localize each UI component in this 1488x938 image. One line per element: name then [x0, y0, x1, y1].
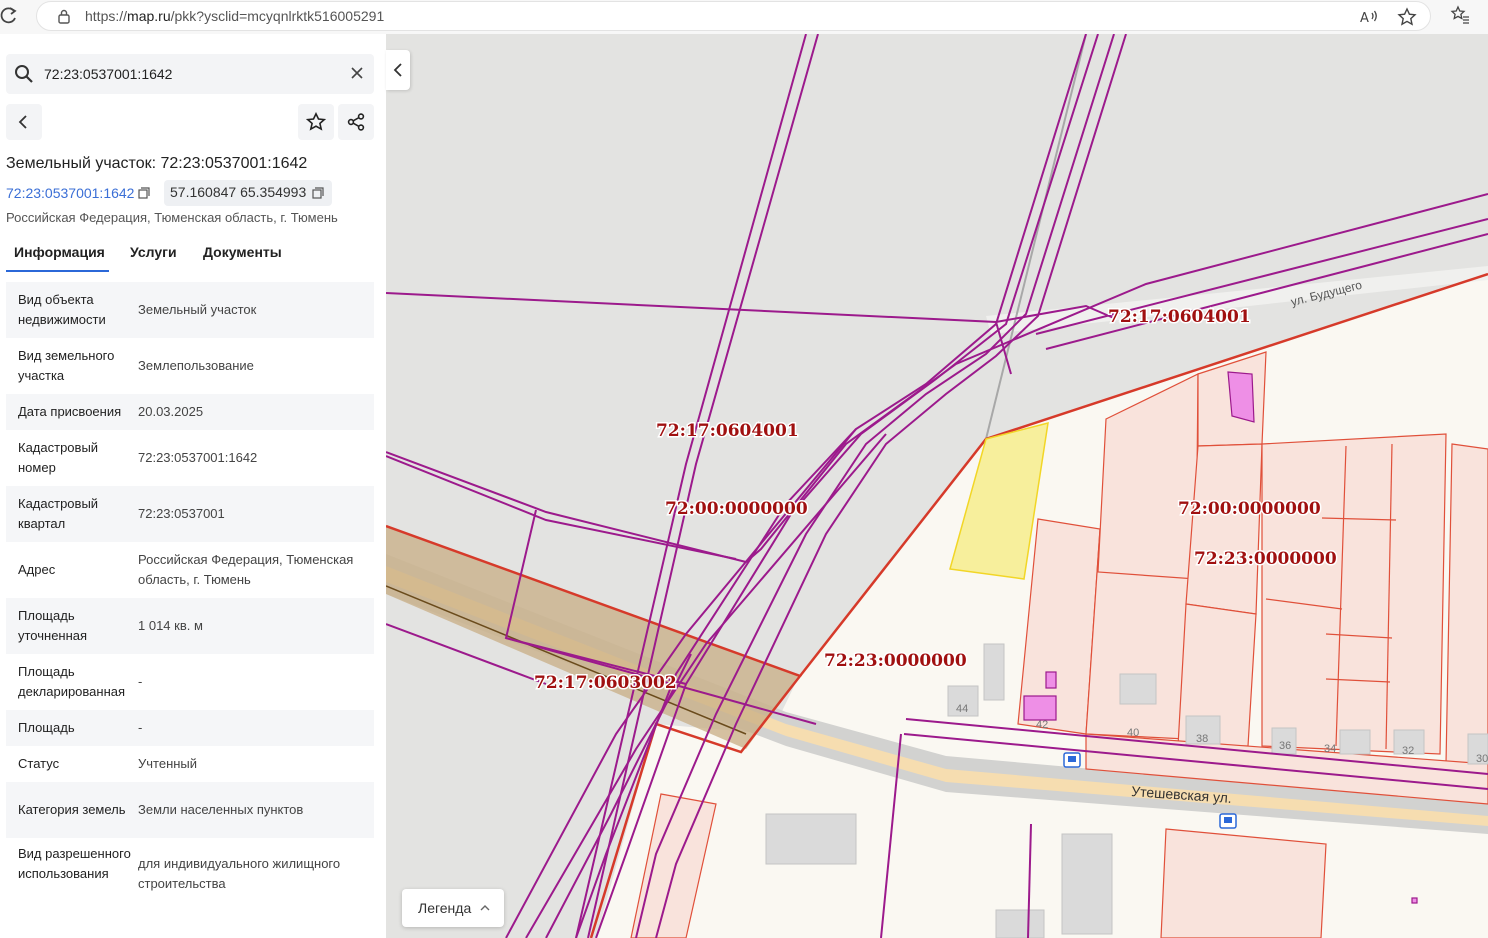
coordinates-text: 57.160847 65.354993 [170, 184, 307, 200]
coordinates-chip[interactable]: 57.160847 65.354993 [164, 180, 332, 206]
row-label: Площадь [18, 720, 75, 735]
row-label: Площадь декларированная [18, 664, 126, 699]
row-value: 1 014 кв. м [138, 618, 203, 633]
copy-icon[interactable] [138, 187, 150, 199]
row-value: 72:23:0537001 [138, 506, 225, 521]
row-value: Российская Федерация, Тюменская область,… [138, 552, 354, 587]
object-address: Российская Федерация, Тюменская область,… [6, 210, 338, 225]
chevron-left-icon [393, 63, 402, 77]
row-value: - [138, 720, 143, 735]
row-value: Землепользование [138, 358, 254, 373]
back-button[interactable] [6, 104, 42, 140]
house-number: 36 [1279, 740, 1291, 752]
info-row-area: Площадь - [6, 710, 374, 746]
bus-stop-icon[interactable] [1063, 752, 1081, 768]
row-label: Вид земельного участка [18, 348, 115, 383]
house-number: 40 [1127, 727, 1139, 739]
address-bar[interactable]: https://map.ru/pkk?ysclid=mcyqnlrktk5160… [36, 1, 1431, 31]
row-label: Вид объекта недвижимости [18, 292, 106, 327]
row-value: Земли населенных пунктов [138, 802, 304, 817]
chevron-up-icon [480, 905, 490, 911]
row-label: Категория земель [18, 802, 126, 817]
cadastral-label: 72:00:0000000 [1178, 499, 1321, 519]
active-tab-indicator [6, 270, 109, 272]
share-icon [347, 113, 365, 131]
search-input[interactable] [44, 54, 344, 94]
info-row-object-type: Вид объекта недвижимости Земельный участ… [6, 282, 374, 338]
close-icon[interactable] [350, 66, 364, 80]
info-panel: Земельный участок: 72:23:0537001:1642 72… [0, 34, 386, 938]
info-row-cad-quarter: Кадастровый квартал 72:23:0537001 [6, 486, 374, 542]
info-table: Вид объекта недвижимости Земельный участ… [6, 282, 374, 904]
info-row-date: Дата присвоения 20.03.2025 [6, 394, 374, 430]
copy-coordinates-icon[interactable] [312, 187, 324, 199]
favorite-button[interactable] [298, 104, 334, 140]
tabs: Информация Услуги Документы [6, 238, 380, 272]
railway [985, 34, 1087, 440]
info-row-land-type: Вид земельного участка Землепользование [6, 338, 374, 394]
reload-icon[interactable] [0, 6, 18, 26]
info-row-category: Категория земель Земли населенных пункто… [6, 782, 374, 838]
cadastral-label: 72:23:0000000 [824, 651, 967, 671]
star-icon [306, 112, 326, 131]
url-path: /pkk?ysclid=mcyqnlrktk516005291 [170, 8, 385, 24]
search-icon[interactable] [14, 64, 34, 84]
cadastral-label: 72:23:0000000 [1194, 549, 1337, 569]
row-label: Статус [18, 756, 60, 771]
house-number: 42 [1036, 719, 1048, 731]
collapse-panel-button[interactable] [386, 50, 410, 90]
cadastral-label: 72:00:0000000 [665, 499, 808, 519]
info-row-cad-number: Кадастровый номер 72:23:0537001:1642 [6, 430, 374, 486]
house-number: 44 [956, 703, 968, 715]
row-label: Дата присвоения [18, 404, 122, 419]
info-row-permitted-use: Вид разрешенного использования для индив… [6, 838, 374, 904]
cadastral-number-link[interactable]: 72:23:0537001:1642 [6, 185, 134, 201]
legend-label: Легенда [418, 900, 472, 916]
row-label: Адрес [18, 562, 56, 577]
object-title: Земельный участок: 72:23:0537001:1642 [6, 155, 308, 172]
tab-info[interactable]: Информация [14, 244, 105, 260]
row-value: 72:23:0537001:1642 [138, 450, 258, 465]
info-row-area-declared: Площадь декларированная - [6, 654, 374, 710]
browser-toolbar: https://map.ru/pkk?ysclid=mcyqnlrktk5160… [0, 0, 1488, 34]
legend-button[interactable]: Легенда [402, 889, 504, 927]
info-row-status: Статус Учтенный [6, 746, 374, 782]
row-label: Кадастровый номер [18, 440, 99, 475]
search-box [6, 54, 374, 94]
row-value: Учтенный [138, 756, 198, 771]
chevron-left-icon [18, 115, 27, 129]
house-number: 34 [1324, 743, 1336, 755]
favorites-list-icon[interactable] [1450, 5, 1470, 25]
info-row-address: Адрес Российская Федерация, Тюменская об… [6, 542, 374, 598]
bus-stop-icon[interactable] [1219, 813, 1237, 829]
map-canvas[interactable]: ул. Будущего Утешевская ул. 44 42 40 38 … [386, 34, 1488, 938]
row-label: Кадастровый квартал [18, 496, 99, 531]
url-prefix: https:// [85, 8, 128, 24]
read-aloud-icon[interactable]: A [1359, 7, 1379, 27]
cadastral-label: 72:17:0604001 [656, 421, 799, 441]
favorite-star-icon[interactable] [1397, 7, 1417, 27]
cadastral-label: 72:17:0604001 [1108, 307, 1251, 327]
row-value: Земельный участок [138, 302, 257, 317]
tab-services[interactable]: Услуги [130, 244, 177, 260]
house-number: 30 [1476, 753, 1488, 765]
info-row-area-specified: Площадь уточненная 1 014 кв. м [6, 598, 374, 654]
row-label: Площадь уточненная [18, 608, 88, 643]
row-value: для индивидуального жилищного строительс… [138, 856, 341, 891]
row-value: - [138, 674, 143, 689]
row-label: Вид разрешенного использования [18, 846, 131, 881]
url-host: map.ru [127, 8, 171, 24]
svg-text:A: A [1360, 11, 1369, 26]
house-number: 38 [1196, 733, 1208, 745]
row-value: 20.03.2025 [138, 404, 204, 419]
house-number: 32 [1402, 745, 1414, 757]
map-layer[interactable]: ул. Будущего Утешевская ул. 44 42 40 38 … [386, 34, 1488, 938]
cadastral-label: 72:17:0603002 [534, 673, 677, 693]
lock-icon[interactable] [57, 8, 71, 24]
tab-documents[interactable]: Документы [203, 244, 282, 260]
url-text[interactable]: https://map.ru/pkk?ysclid=mcyqnlrktk5160… [85, 8, 384, 24]
share-button[interactable] [338, 104, 374, 140]
